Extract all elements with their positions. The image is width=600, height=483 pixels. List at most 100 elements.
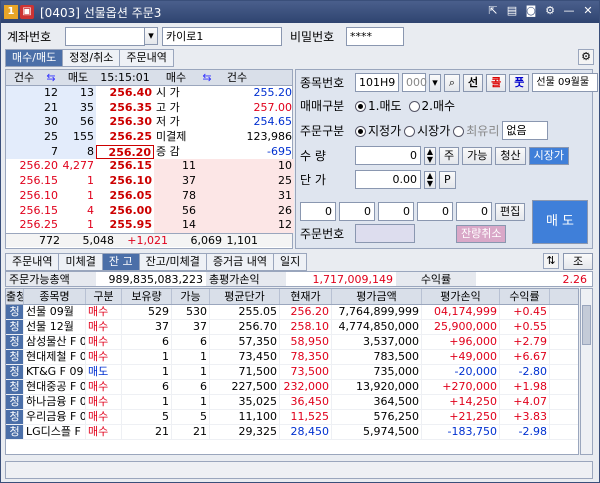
gear-icon[interactable]: ⚙ bbox=[578, 49, 594, 65]
search-icon[interactable]: ⌕ bbox=[444, 73, 460, 92]
sell-quote-row[interactable]: 12 13 256.40 시 가 255.20 bbox=[6, 86, 292, 101]
call-button[interactable]: 콜 bbox=[486, 73, 507, 92]
sell-button[interactable]: 매 도 bbox=[532, 200, 588, 244]
quantity-input[interactable]: 0 bbox=[355, 146, 421, 165]
password-input[interactable]: **** bbox=[346, 26, 404, 46]
column-header[interactable]: 수익률 bbox=[500, 289, 550, 304]
ju-button[interactable]: 주 bbox=[439, 146, 460, 165]
buy-quote-row[interactable]: 256.20 4,277 256.15 11 10 bbox=[6, 159, 294, 175]
sell-quote-row[interactable]: 30 56 256.30 저 가 254.65 bbox=[6, 115, 292, 131]
sell-quote-row[interactable]: 21 35 256.35 고 가 257.00 bbox=[6, 100, 292, 116]
put-button[interactable]: 풋 bbox=[509, 73, 530, 92]
settings-icon[interactable]: ⚙ bbox=[543, 4, 557, 18]
column-header[interactable]: 구분 bbox=[86, 289, 122, 304]
buy-quote-row[interactable]: 256.15 1 256.10 37 25 bbox=[6, 174, 294, 189]
liquidate-cell[interactable]: 청 bbox=[6, 350, 24, 364]
tab-journal[interactable]: 일지 bbox=[273, 253, 308, 271]
save-icon[interactable]: ▤ bbox=[505, 4, 519, 18]
edit-button[interactable]: 편집 bbox=[495, 202, 526, 221]
liquidate-button[interactable]: 청산 bbox=[495, 146, 526, 165]
side-sell-radio[interactable]: 1.매도 bbox=[355, 97, 402, 114]
close-icon[interactable]: ✕ bbox=[581, 4, 595, 18]
swap-icon[interactable]: ⇆ bbox=[42, 70, 60, 85]
sell-quote-row[interactable]: 25 155 256.25 미결제 123,986 bbox=[6, 130, 292, 145]
available-button[interactable]: 가능 bbox=[462, 146, 493, 165]
table-cell: 29,325 bbox=[210, 425, 280, 439]
swap-icon[interactable]: ⇆ bbox=[198, 70, 216, 85]
liquidate-cell[interactable]: 청 bbox=[6, 395, 24, 409]
tab-buy-sell[interactable]: 매수/매도 bbox=[5, 49, 64, 67]
table-cell: +2.79 bbox=[500, 335, 550, 349]
column-header[interactable]: 현재가 bbox=[280, 289, 332, 304]
account-dropdown[interactable]: ▾ bbox=[144, 27, 158, 45]
column-header[interactable]: 보유량 bbox=[122, 289, 172, 304]
quote-board: 건수 ⇆ 매도 15:15:01 매수 ⇆ 건수 12 13 256.40 시 가 25… bbox=[5, 69, 294, 249]
code-input[interactable]: 101H9 bbox=[355, 73, 399, 92]
table-row[interactable]: 청 삼성물산 F 0 매수 6 6 57,350 58,950 3,537,000 +96,00… bbox=[6, 335, 578, 350]
minimize-icon[interactable]: — bbox=[562, 4, 576, 18]
table-row[interactable]: 청 선물 12월 매수 37 37 256.70 258.10 4,774,850,000 25… bbox=[6, 320, 578, 335]
tab-order-history[interactable]: 주문내역 bbox=[119, 49, 174, 67]
price-input[interactable]: 0.00 bbox=[355, 170, 421, 189]
table-row[interactable]: 청 현대중공 F 0 매수 6 6 227,500 232,000 13,920,000 +27… bbox=[6, 380, 578, 395]
type-best-radio[interactable]: 최유리 bbox=[453, 122, 499, 139]
column-header[interactable]: 평가금액 bbox=[332, 289, 422, 304]
split-input[interactable]: 0 bbox=[456, 202, 492, 221]
link-icon[interactable]: ▣ bbox=[20, 5, 34, 19]
column-header[interactable]: 평균단가 bbox=[210, 289, 280, 304]
dropdown-icon[interactable]: ▾ bbox=[429, 73, 441, 92]
split-input[interactable]: 0 bbox=[300, 202, 336, 221]
account-input[interactable] bbox=[65, 26, 145, 46]
table-row[interactable]: 청 선물 09월 매수 529 530 255.05 256.20 7,764,899,999… bbox=[6, 305, 578, 320]
tab-balance-unfilled[interactable]: 잔고/미체결 bbox=[138, 253, 207, 271]
order-number-input[interactable] bbox=[355, 224, 415, 243]
table-cell: 선물 12월 bbox=[24, 320, 86, 334]
column-header[interactable]: 가능 bbox=[172, 289, 210, 304]
table-row[interactable]: 청 KT&G F 09 매도 1 1 71,500 73,500 735,000 -20,000… bbox=[6, 365, 578, 380]
price-stepper[interactable]: ▲ ▼ bbox=[424, 170, 436, 189]
liquidate-cell[interactable]: 청 bbox=[6, 335, 24, 349]
query-button[interactable]: 조회 bbox=[563, 253, 593, 284]
table-cell: 256.70 bbox=[210, 320, 280, 334]
type-limit-radio[interactable]: 지정가 bbox=[355, 122, 401, 139]
condition-select[interactable]: 없음 bbox=[502, 121, 549, 140]
quantity-stepper[interactable]: ▲ ▼ bbox=[424, 146, 436, 165]
liquidate-cell[interactable]: 청 bbox=[6, 380, 24, 394]
buy-quote-row[interactable]: 256.15 4 256.00 56 26 bbox=[6, 203, 294, 219]
tab-margin[interactable]: 증거금 내역 bbox=[205, 253, 275, 271]
market-price-button[interactable]: 시장가 bbox=[528, 146, 569, 165]
tab-balance[interactable]: 잔 고 bbox=[101, 253, 140, 271]
split-input[interactable]: 0 bbox=[339, 202, 375, 221]
table-scrollbar[interactable] bbox=[580, 288, 593, 455]
tab-orders[interactable]: 주문내역 bbox=[5, 253, 60, 271]
liquidate-cell[interactable]: 청 bbox=[6, 305, 24, 319]
link-window-icon[interactable]: ⇱ bbox=[486, 4, 500, 18]
column-header[interactable]: 평가손익 bbox=[422, 289, 500, 304]
camera-icon[interactable]: ◙ bbox=[524, 4, 538, 18]
side-buy-radio[interactable]: 2.매수 bbox=[408, 97, 455, 114]
sell-quote-row[interactable]: 7 8 256.20 증 감 -695 bbox=[6, 144, 292, 160]
price-p-button[interactable]: P bbox=[439, 170, 456, 189]
tab-modify-cancel[interactable]: 정정/취소 bbox=[62, 49, 121, 67]
liquidate-cell[interactable]: 청 bbox=[6, 425, 24, 439]
table-row[interactable]: 청 우리금융 F 0 매수 5 5 11,100 11,525 576,250 +21,250 +… bbox=[6, 410, 578, 425]
table-row[interactable]: 청 현대제철 F 0 매수 1 1 73,450 78,350 783,500 +49,000 +… bbox=[6, 350, 578, 365]
table-row[interactable]: 청 하나금융 F 0 매수 1 1 35,025 36,450 364,500 +14,250 +… bbox=[6, 395, 578, 410]
buy-quote-row[interactable]: 256.10 1 256.05 78 31 bbox=[6, 188, 294, 204]
liquidate-cell[interactable]: 청 bbox=[6, 365, 24, 379]
column-header[interactable]: 종목명 bbox=[24, 289, 86, 304]
tab-unfilled[interactable]: 미체결 bbox=[58, 253, 103, 271]
sort-icon[interactable]: ⇅ bbox=[543, 253, 559, 269]
futures-button[interactable]: 선 bbox=[463, 73, 484, 92]
type-market-radio[interactable]: 시장가 bbox=[404, 122, 450, 139]
code-sub-input[interactable]: 000 bbox=[402, 73, 427, 92]
liquidate-cell[interactable]: 청 bbox=[6, 410, 24, 424]
buy-quote-row[interactable]: 256.25 1 255.95 14 12 bbox=[6, 218, 294, 233]
split-input[interactable]: 0 bbox=[417, 202, 453, 221]
table-cell: 13,920,000 bbox=[332, 380, 422, 394]
liquidate-cell[interactable]: 청 bbox=[6, 320, 24, 334]
table-row[interactable]: 청 LG디스플 F 0 매수 21 21 29,325 28,450 5,974,500 -18… bbox=[6, 425, 578, 440]
column-header[interactable]: 출청 bbox=[6, 289, 24, 304]
cancel-remaining-button[interactable]: 잔량취소 bbox=[456, 224, 507, 243]
split-input[interactable]: 0 bbox=[378, 202, 414, 221]
